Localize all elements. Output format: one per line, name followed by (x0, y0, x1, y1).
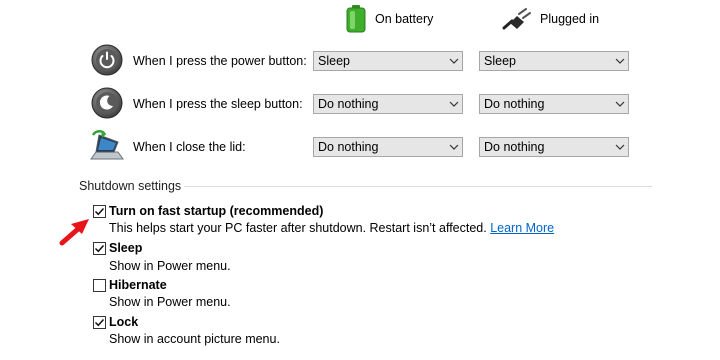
column-header-plugged-in: Plugged in (502, 8, 599, 30)
column-header-on-battery: On battery (345, 5, 433, 33)
lock-checkbox[interactable] (93, 316, 106, 329)
learn-more-link[interactable]: Learn More (490, 221, 554, 235)
sleep-checkbox[interactable] (93, 242, 106, 255)
fast-startup-desc-text: This helps start your PC faster after sh… (109, 221, 487, 235)
shutdown-settings-title: Shutdown settings (79, 179, 182, 193)
power-plug-icon (502, 8, 531, 30)
fast-startup-label[interactable]: Turn on fast startup (recommended) (109, 204, 323, 218)
lid-label: When I close the lid: (133, 140, 246, 154)
battery-icon (346, 5, 366, 33)
hibernate-label[interactable]: Hibernate (109, 278, 167, 292)
chevron-down-icon (446, 137, 462, 157)
sleep-label[interactable]: Sleep (109, 241, 142, 255)
power-button-icon (91, 44, 123, 76)
sleep-button-battery-dropdown[interactable]: Do nothing (313, 94, 463, 114)
chevron-down-icon (446, 94, 462, 114)
power-button-plugged-dropdown[interactable]: Sleep (479, 51, 629, 71)
red-arrow-icon (59, 219, 89, 246)
lid-plugged-dropdown[interactable]: Do nothing (479, 137, 629, 157)
chevron-down-icon (612, 137, 628, 157)
hibernate-checkbox[interactable] (93, 279, 106, 292)
sleep-button-battery-value: Do nothing (318, 97, 379, 111)
plugged-in-label: Plugged in (540, 12, 600, 26)
hibernate-description: Show in Power menu. (109, 295, 231, 309)
power-button-plugged-value: Sleep (484, 54, 516, 68)
chevron-down-icon (612, 94, 628, 114)
sleep-button-icon (91, 87, 123, 119)
lock-description: Show in account picture menu. (109, 332, 280, 346)
checkmark-icon (94, 244, 105, 253)
sleep-button-label: When I press the sleep button: (133, 97, 303, 111)
power-button-label: When I press the power button: (133, 54, 307, 68)
lid-plugged-value: Do nothing (484, 140, 545, 154)
power-button-battery-dropdown[interactable]: Sleep (313, 51, 463, 71)
fast-startup-description: This helps start your PC faster after sh… (109, 221, 554, 235)
checkmark-icon (94, 318, 105, 327)
power-button-battery-value: Sleep (318, 54, 350, 68)
lock-label[interactable]: Lock (109, 315, 138, 329)
sleep-description: Show in Power menu. (109, 259, 231, 273)
group-divider (184, 186, 652, 187)
fast-startup-checkbox[interactable] (93, 205, 106, 218)
sleep-button-plugged-dropdown[interactable]: Do nothing (479, 94, 629, 114)
laptop-lid-icon (90, 130, 124, 162)
chevron-down-icon (446, 51, 462, 71)
lid-battery-dropdown[interactable]: Do nothing (313, 137, 463, 157)
on-battery-label: On battery (375, 12, 434, 26)
lid-battery-value: Do nothing (318, 140, 379, 154)
chevron-down-icon (612, 51, 628, 71)
sleep-button-plugged-value: Do nothing (484, 97, 545, 111)
checkmark-icon (94, 207, 105, 216)
